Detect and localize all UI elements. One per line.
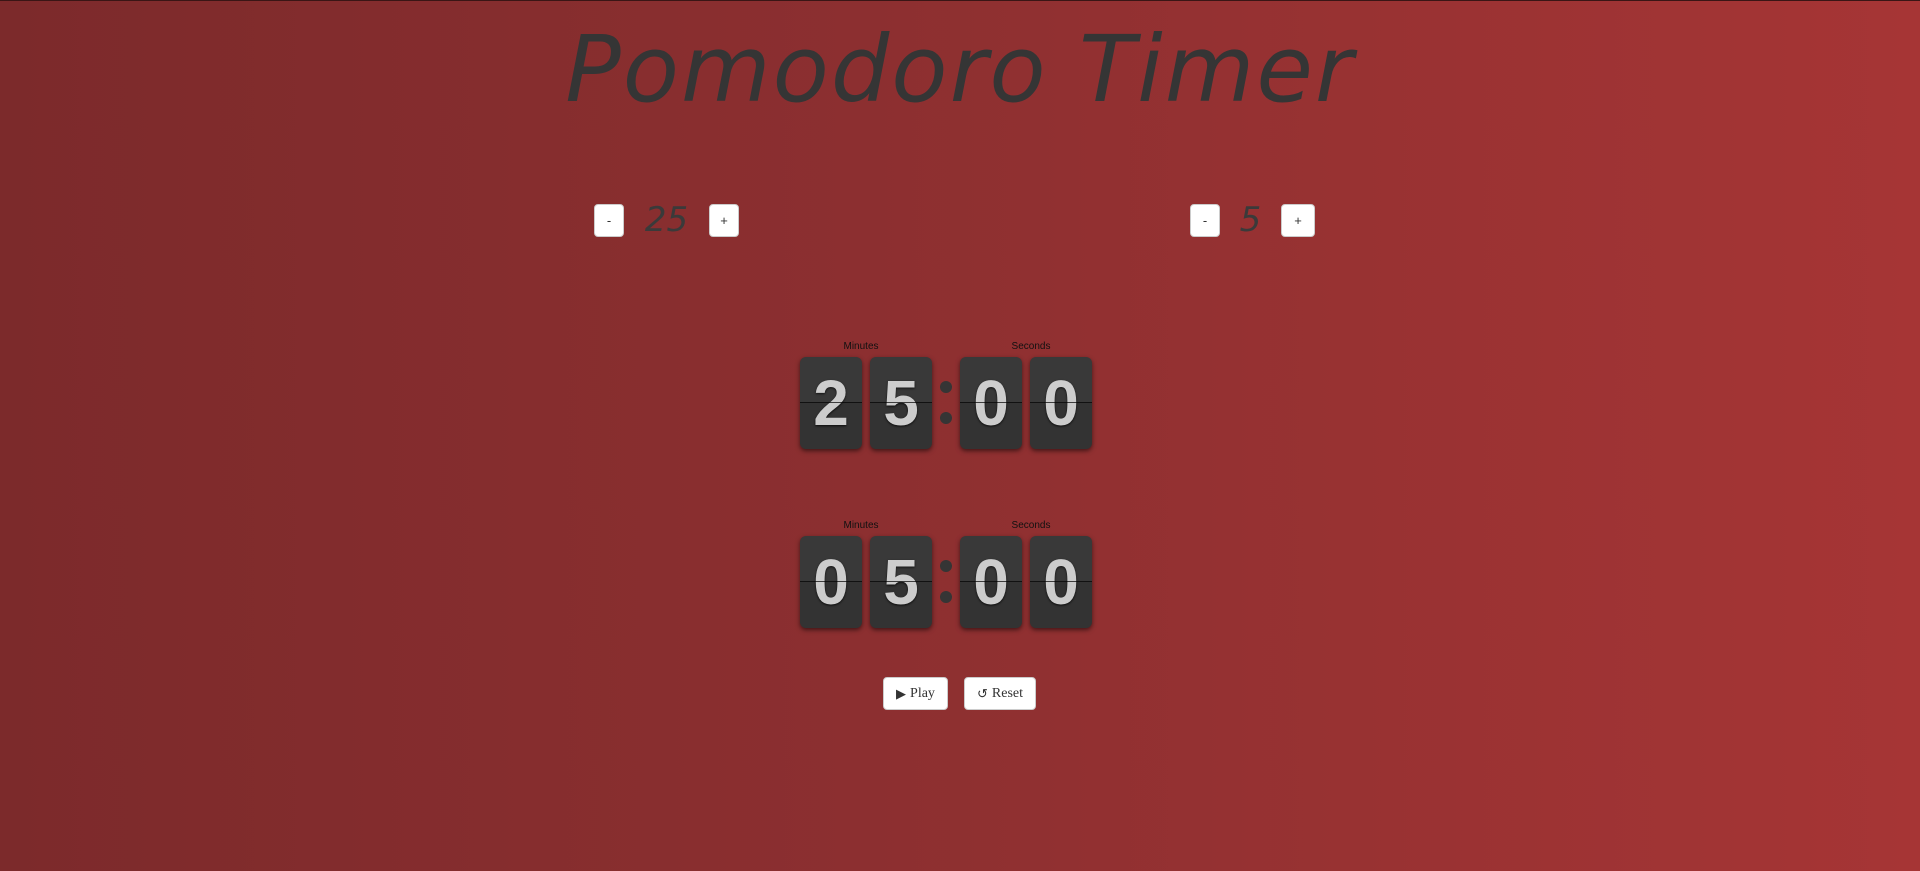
minutes-ones-card: 5 — [870, 357, 932, 449]
reset-label: Reset — [991, 685, 1023, 701]
work-clock-labels: Minutes Seconds — [800, 341, 1092, 355]
play-icon: ▶ — [896, 685, 907, 701]
colon-dot-top — [940, 381, 952, 393]
minutes-label: Minutes — [843, 520, 879, 531]
work-flip-clock: Minutes Seconds 2 5 0 0 — [800, 341, 1092, 449]
timer-controls: ▶ Play ↺ Reset — [883, 677, 1036, 710]
work-decrease-button[interactable]: - — [594, 203, 624, 237]
seconds-ones-card: 0 — [1030, 357, 1092, 449]
play-label: Play — [910, 685, 935, 701]
app-title: Pomodoro Timer — [565, 16, 1355, 123]
minutes-tens-card: 2 — [800, 357, 862, 449]
seconds-tens-card: 0 — [960, 357, 1022, 449]
seconds-tens-card: 0 — [960, 536, 1022, 628]
break-increase-button[interactable]: + — [1281, 203, 1315, 237]
work-duration-setter: - 25 + — [594, 203, 739, 237]
break-decrease-button[interactable]: - — [1190, 203, 1220, 237]
colon-dot-bottom — [940, 412, 952, 424]
seconds-ones-card: 0 — [1030, 536, 1092, 628]
play-button[interactable]: ▶ Play — [883, 677, 948, 710]
reset-button[interactable]: ↺ Reset — [964, 677, 1036, 710]
break-duration-setter: - 5 + — [1190, 203, 1315, 237]
work-clock-digits: 2 5 0 0 — [800, 357, 1092, 449]
break-duration-value: 5 — [1239, 200, 1262, 240]
colon-dot-top — [940, 560, 952, 572]
work-increase-button[interactable]: + — [709, 203, 739, 237]
work-duration-value: 25 — [644, 200, 689, 240]
colon-dot-bottom — [940, 591, 952, 603]
reset-icon: ↺ — [976, 685, 988, 701]
break-flip-clock: Minutes Seconds 0 5 0 0 — [800, 520, 1092, 628]
minutes-tens-card: 0 — [800, 536, 862, 628]
minutes-ones-card: 5 — [870, 536, 932, 628]
break-clock-digits: 0 5 0 0 — [800, 536, 1092, 628]
seconds-label: Seconds — [1011, 341, 1051, 352]
break-clock-labels: Minutes Seconds — [800, 520, 1092, 534]
minutes-label: Minutes — [843, 341, 879, 352]
seconds-label: Seconds — [1011, 520, 1051, 531]
